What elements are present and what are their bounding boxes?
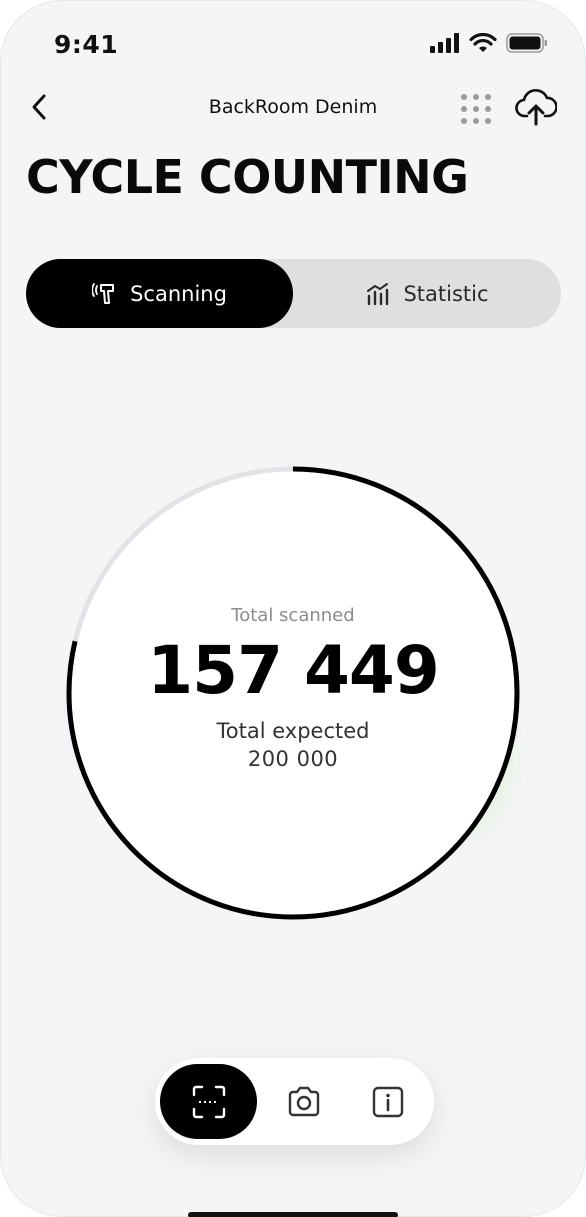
tab-scanning[interactable]: Scanning (26, 259, 293, 328)
status-icons (430, 32, 548, 54)
wifi-icon (469, 33, 497, 52)
total-expected-label: Total expected (216, 719, 370, 743)
cloud-upload-icon (515, 88, 558, 126)
home-indicator (188, 1212, 398, 1217)
tab-statistic-label: Statistic (403, 281, 489, 306)
store-title: BackRoom Denim (208, 96, 378, 118)
mode-switcher: Scanning Statistic (26, 259, 561, 328)
scan-progress-widget: Total scanned 157 449 Total expected 200… (58, 458, 528, 928)
page-title: CYCLE COUNTING (26, 150, 469, 204)
battery-icon (506, 33, 547, 53)
total-scanned-value: 157 449 (147, 632, 440, 709)
total-scanned-label: Total scanned (231, 605, 355, 626)
cloud-upload-button[interactable] (515, 88, 558, 128)
status-time: 9:41 (54, 30, 119, 59)
phone-screen: 9:41 BackRoom Denim CYCLE COUNTING Scann… (0, 0, 586, 1217)
progress-center: Total scanned 157 449 Total expected 200… (58, 458, 528, 928)
scan-button[interactable] (160, 1064, 257, 1139)
cellular-signal-icon (430, 33, 459, 53)
bar-stats-icon (367, 282, 389, 305)
grid-dots-icon (461, 94, 491, 124)
camera-icon (288, 1086, 320, 1116)
tab-statistic[interactable]: Statistic (293, 259, 561, 328)
camera-button[interactable] (267, 1064, 341, 1139)
info-icon (372, 1086, 404, 1117)
total-expected-value: 200 000 (247, 747, 339, 771)
tab-scanning-label: Scanning (130, 281, 227, 306)
scanner-gun-icon (92, 282, 115, 304)
scan-frame-icon (192, 1085, 225, 1118)
bottom-action-bar (155, 1058, 434, 1145)
apps-grid-button[interactable] (458, 92, 496, 126)
info-button[interactable] (351, 1064, 425, 1139)
